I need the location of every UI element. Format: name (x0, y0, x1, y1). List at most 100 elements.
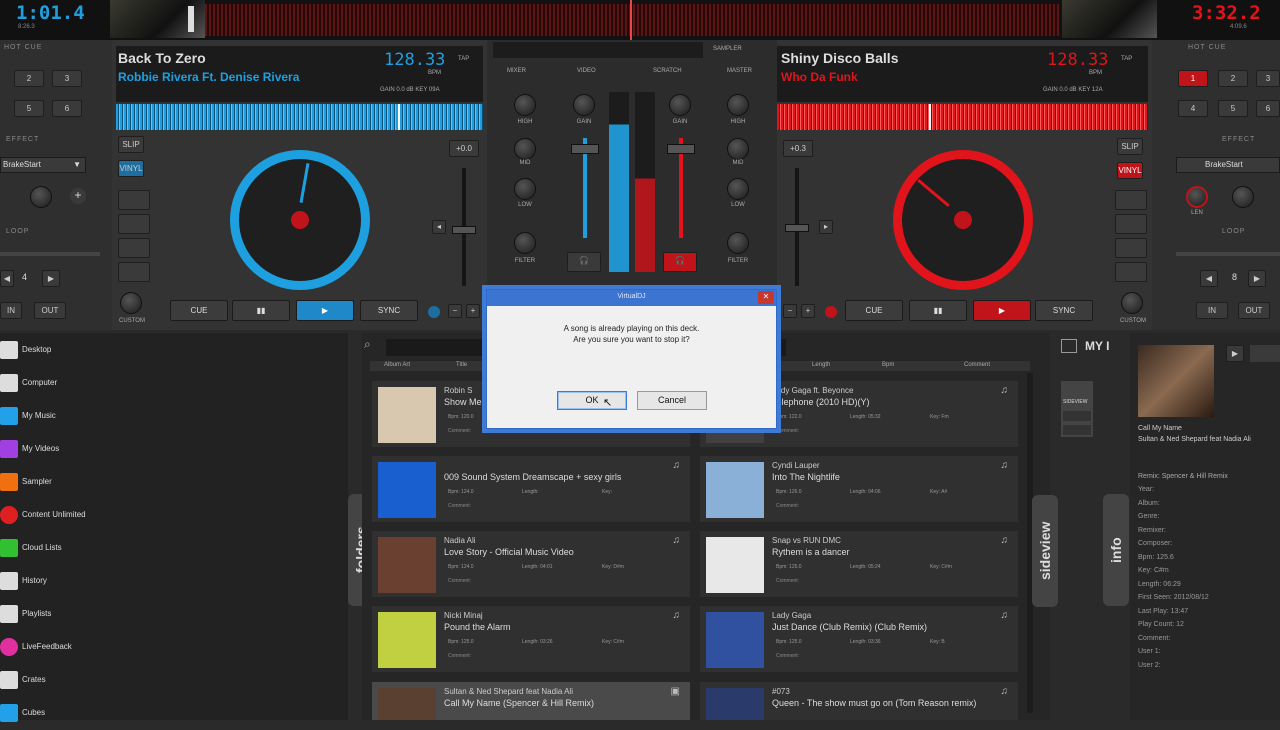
folder-playlists[interactable]: Playlists (0, 599, 345, 631)
right-vinyl-button[interactable]: VINYL (1117, 162, 1143, 179)
left-custom-knob[interactable] (120, 292, 142, 314)
ok-button[interactable]: OK (557, 391, 627, 410)
info-genre[interactable]: Genre: (1138, 513, 1278, 527)
dialog-close-button[interactable]: ✕ (758, 291, 774, 304)
mixer-tab[interactable]: MIXER (507, 68, 526, 74)
right-channel-fader[interactable] (667, 144, 695, 154)
left-headphone-cue-button[interactable]: 🎧 (567, 252, 601, 272)
left-effect-add-button[interactable]: + (70, 188, 86, 204)
dialog-title-bar[interactable]: VirtualDJ ✕ (487, 290, 776, 306)
left-waveform[interactable] (116, 104, 483, 130)
left-pad-4[interactable] (118, 262, 150, 282)
folder-desktop[interactable]: Desktop (0, 335, 345, 367)
left-sync-button[interactable]: SYNC (360, 300, 418, 321)
right-waveform[interactable] (777, 104, 1148, 130)
column-length[interactable]: Length (812, 362, 830, 368)
info-remixer[interactable]: Remixer: (1138, 527, 1278, 541)
left-pitch-minus-button[interactable]: − (448, 304, 462, 318)
right-loop-out-button[interactable]: OUT (1238, 302, 1270, 319)
right-eq-mid-knob[interactable] (727, 138, 749, 160)
track-card[interactable]: #073 Queen - The show must go on (Tom Rea… (700, 682, 1018, 720)
folder-history[interactable]: History (0, 566, 345, 598)
folder-my-videos[interactable]: My Videos (0, 434, 345, 466)
right-pitch-slider-handle[interactable] (785, 224, 809, 232)
column-bpm[interactable]: Bpm (882, 362, 894, 368)
left-pad-3[interactable] (118, 238, 150, 258)
right-cue-button[interactable]: CUE (845, 300, 903, 321)
right-tap-button[interactable]: TAP (1121, 56, 1132, 62)
right-eq-high-knob[interactable] (727, 94, 749, 116)
video-tab[interactable]: VIDEO (577, 68, 596, 74)
right-pad-1[interactable] (1115, 190, 1147, 210)
info-album[interactable]: Album: (1138, 500, 1278, 514)
left-slip-button[interactable]: SLIP (118, 136, 144, 153)
right-hotcue-4[interactable]: 4 (1178, 100, 1208, 117)
info-key[interactable]: Key: C#m (1138, 567, 1278, 581)
left-jog-wheel[interactable] (230, 150, 370, 290)
right-custom-knob[interactable] (1121, 292, 1143, 314)
right-effect-knob-2[interactable] (1232, 186, 1254, 208)
left-key-lock-icon[interactable] (428, 306, 440, 318)
column-comment[interactable]: Comment (964, 362, 990, 368)
sideview-tab[interactable]: sideview (1032, 495, 1058, 607)
left-gain-knob[interactable] (573, 94, 595, 116)
left-tap-button[interactable]: TAP (458, 56, 469, 62)
right-effect-knob-1[interactable] (1186, 186, 1208, 208)
left-loop-out-button[interactable]: OUT (34, 302, 66, 319)
track-card[interactable]: Cyndi Lauper Into The Nightlife Bpm: 126.0… (700, 456, 1018, 522)
left-pause-button[interactable]: ▮▮ (232, 300, 290, 321)
left-eq-mid-knob[interactable] (514, 138, 536, 160)
folder-crates[interactable]: Crates (0, 665, 345, 697)
left-loop-in-button[interactable]: IN (0, 302, 22, 319)
right-gain-knob[interactable] (669, 94, 691, 116)
info-user-2[interactable]: User 2: (1138, 662, 1278, 676)
info-play-preview-button[interactable]: ▶ (1226, 345, 1244, 362)
left-pitch-slider-handle[interactable] (452, 226, 476, 234)
folder-sampler[interactable]: Sampler (0, 467, 345, 499)
sideview-icon[interactable] (1061, 339, 1077, 353)
column-album-art[interactable]: Album Art (384, 362, 410, 368)
track-card[interactable]: Nadia Ali Love Story - Official Music Vid… (372, 531, 690, 597)
left-eq-high-knob[interactable] (514, 94, 536, 116)
right-effect-select[interactable]: BrakeStart (1176, 157, 1280, 173)
right-pause-button[interactable]: ▮▮ (909, 300, 967, 321)
right-filter-knob[interactable] (727, 232, 749, 254)
left-channel-fader[interactable] (571, 144, 599, 154)
right-loop-in-button[interactable]: IN (1196, 302, 1228, 319)
search-icon[interactable]: ⌕ (364, 337, 386, 357)
cancel-button[interactable]: Cancel (637, 391, 707, 410)
right-jog-wheel[interactable] (893, 150, 1033, 290)
track-card-selected[interactable]: Sultan & Ned Shepard feat Nadia Ali Call … (372, 682, 690, 720)
left-hotcue-2[interactable]: 2 (14, 70, 44, 87)
right-pitch-nudge-button[interactable]: ▸ (819, 220, 833, 234)
right-loop-double-button[interactable]: ▶ (1248, 270, 1266, 287)
right-hotcue-6[interactable]: 6 (1256, 100, 1280, 117)
left-cue-button[interactable]: CUE (170, 300, 228, 321)
folder-computer[interactable]: Computer (0, 368, 345, 400)
right-hotcue-2[interactable]: 2 (1218, 70, 1248, 87)
info-user-1[interactable]: User 1: (1138, 648, 1278, 662)
column-title[interactable]: Title (456, 362, 467, 368)
left-hotcue-6[interactable]: 6 (52, 100, 82, 117)
info-remix[interactable]: Remix: Spencer & Hill Remix (1138, 473, 1228, 480)
right-pad-3[interactable] (1115, 238, 1147, 258)
left-hotcue-3[interactable]: 3 (52, 70, 82, 87)
info-year[interactable]: Year: (1138, 486, 1278, 500)
right-key-lock-icon[interactable] (825, 306, 837, 318)
left-effect-knob[interactable] (30, 186, 52, 208)
info-tab[interactable]: info (1103, 494, 1129, 606)
sideview-slot-1[interactable] (1063, 411, 1091, 421)
right-hotcue-5[interactable]: 5 (1218, 100, 1248, 117)
left-eq-low-knob[interactable] (514, 178, 536, 200)
right-loop-half-button[interactable]: ◀ (1200, 270, 1218, 287)
overview-waveform[interactable] (205, 4, 1060, 36)
info-extra-button[interactable] (1250, 345, 1280, 362)
right-pitch-plus-button[interactable]: + (801, 304, 815, 318)
left-loop-double-button[interactable]: ▶ (42, 270, 60, 287)
right-slip-button[interactable]: SLIP (1117, 138, 1143, 155)
info-comment[interactable]: Comment: (1138, 635, 1278, 649)
info-bpm[interactable]: Bpm: 125.6 (1138, 554, 1278, 568)
left-hotcue-5[interactable]: 5 (14, 100, 44, 117)
right-sync-button[interactable]: SYNC (1035, 300, 1093, 321)
master-tab[interactable]: MASTER (727, 68, 752, 74)
